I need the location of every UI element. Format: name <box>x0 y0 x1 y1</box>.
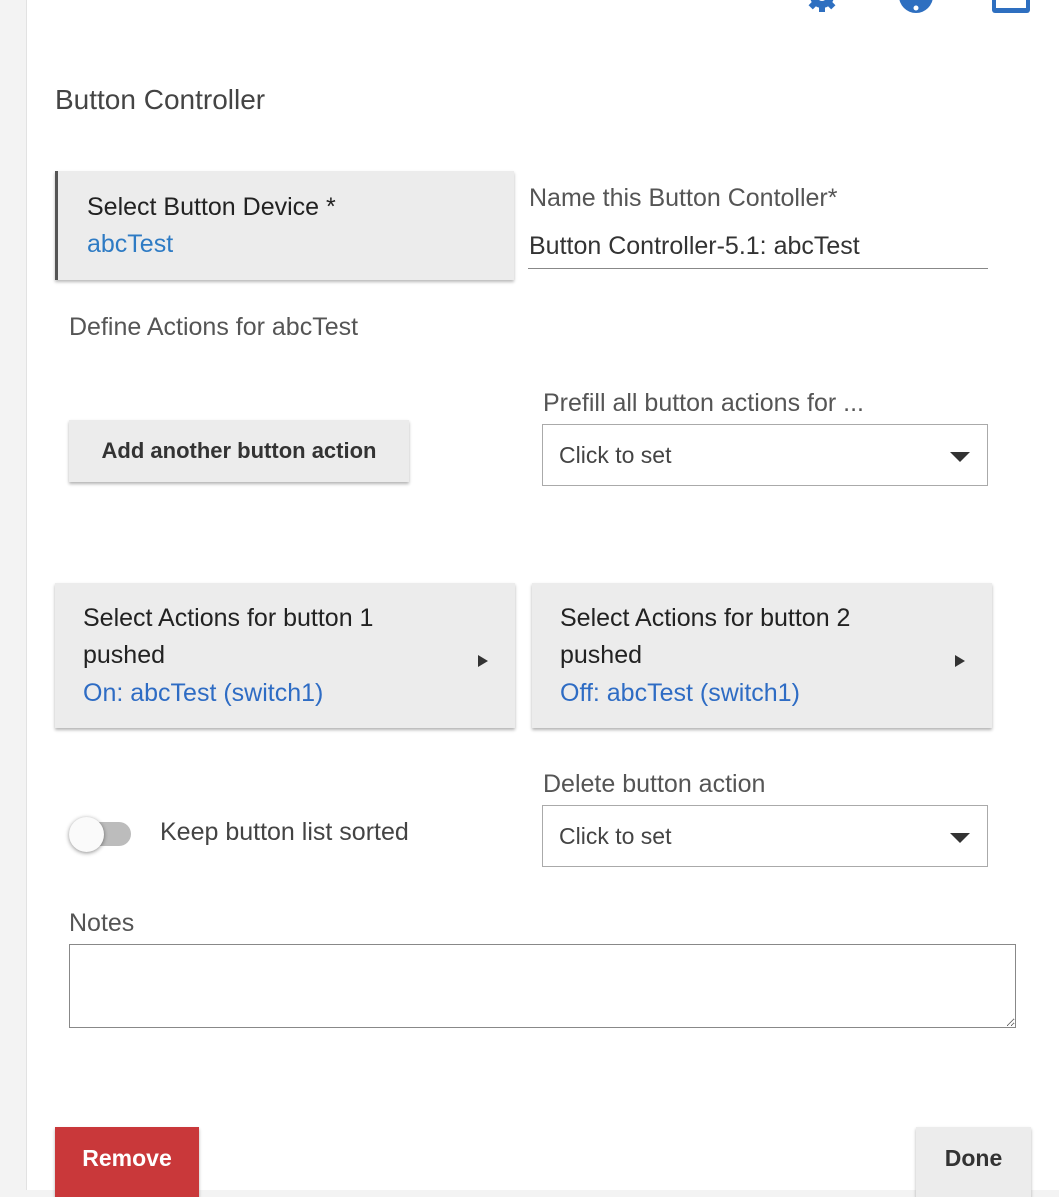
gear-icon[interactable] <box>804 0 840 14</box>
sort-toggle-label: Keep button list sorted <box>160 818 409 846</box>
device-select-value: abcTest <box>87 230 174 258</box>
chevron-down-icon <box>950 452 970 462</box>
button-action-title: Select Actions for button 2 <box>560 604 851 632</box>
button-action-title: Select Actions for button 1 <box>83 604 374 632</box>
done-button[interactable]: Done <box>916 1127 1031 1197</box>
toggle-knob <box>69 817 104 852</box>
chevron-right-icon <box>955 655 965 667</box>
chevron-down-icon <box>950 833 970 843</box>
select-button-device[interactable]: Select Button Device * abcTest <box>55 171 514 280</box>
button-action-summary: On: abcTest (switch1) <box>83 679 324 707</box>
delete-action-select-value: Click to set <box>559 823 672 849</box>
delete-action-select[interactable]: Click to set <box>542 805 988 867</box>
prefill-select-value: Click to set <box>559 442 672 468</box>
button-2-actions[interactable]: Select Actions for button 2 pushed Off: … <box>532 583 992 728</box>
define-actions-label: Define Actions for abcTest <box>69 313 359 341</box>
delete-action-label: Delete button action <box>543 770 766 798</box>
button-action-event: pushed <box>83 641 166 669</box>
remove-button[interactable]: Remove <box>55 1127 199 1197</box>
chevron-right-icon <box>478 655 488 667</box>
add-button-action-button[interactable]: Add another button action <box>69 420 409 482</box>
window-icon[interactable] <box>991 0 1031 14</box>
prefill-label: Prefill all button actions for ... <box>543 389 864 417</box>
done-button-label: Done <box>944 1145 1003 1171</box>
page-title: Button Controller <box>55 84 266 115</box>
prefill-select[interactable]: Click to set <box>542 424 988 486</box>
notes-label: Notes <box>69 909 135 937</box>
button-action-event: pushed <box>560 641 643 669</box>
device-select-label: Select Button Device * <box>87 193 336 221</box>
button-action-summary: Off: abcTest (switch1) <box>560 679 800 707</box>
notes-textarea[interactable] <box>69 944 1016 1028</box>
controller-name-input[interactable] <box>528 224 988 269</box>
button-1-actions[interactable]: Select Actions for button 1 pushed On: a… <box>55 583 515 728</box>
sort-toggle[interactable] <box>69 815 133 855</box>
name-field-label: Name this Button Contoller* <box>529 184 838 212</box>
remove-button-label: Remove <box>82 1145 172 1171</box>
help-icon[interactable] <box>898 0 934 14</box>
